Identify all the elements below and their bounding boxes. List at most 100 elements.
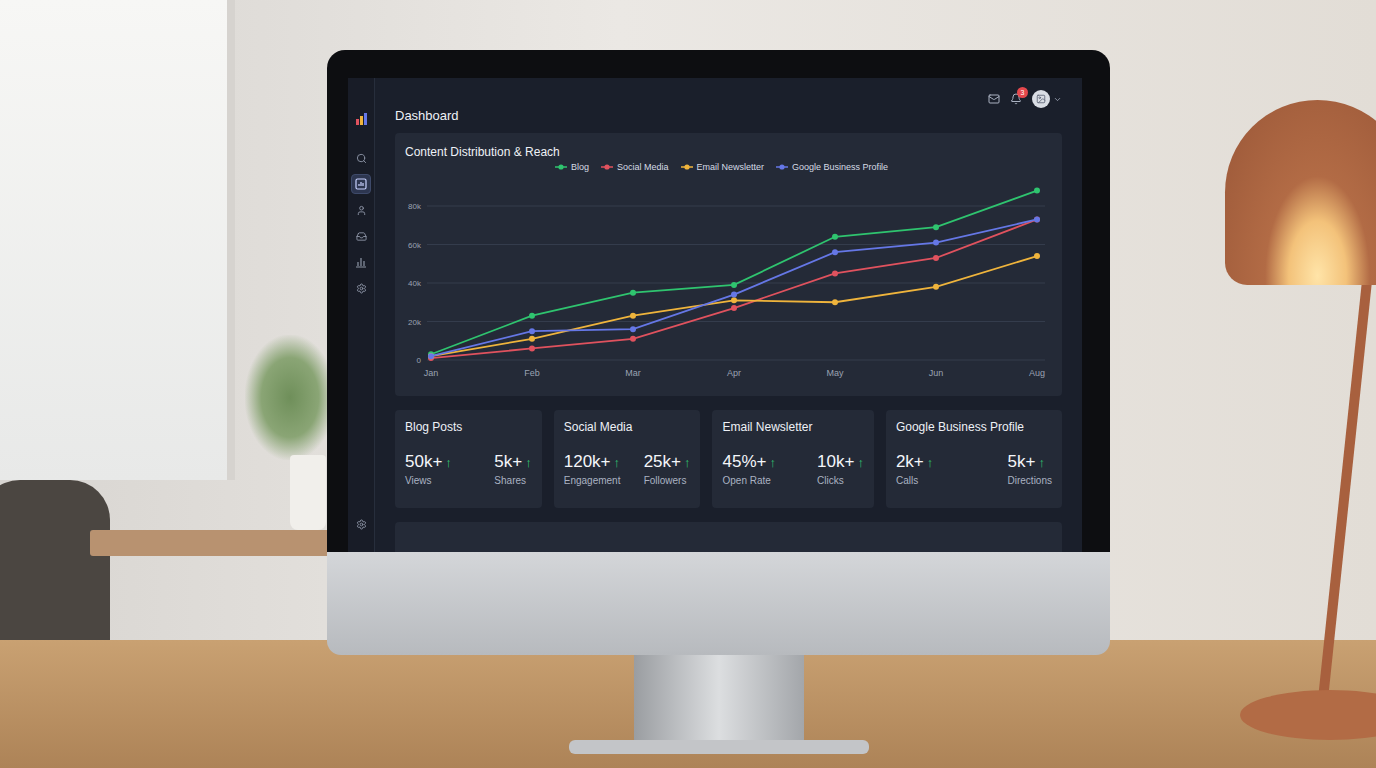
monitor-chin [327, 552, 1110, 655]
chart-title: Content Distribution & Reach [405, 145, 1052, 159]
series-point[interactable] [933, 240, 939, 246]
x-label: Jun [929, 368, 944, 378]
metric-label: Calls [896, 475, 933, 486]
series-point[interactable] [1034, 216, 1040, 222]
sidebar [348, 78, 375, 552]
stat-card: Social Media120k+↑Engagement25k+↑Followe… [554, 410, 701, 508]
sidebar-item[interactable] [351, 226, 371, 246]
metric: 10k+↑Clicks [817, 452, 864, 486]
series-point[interactable] [1034, 253, 1040, 259]
series-point[interactable] [731, 305, 737, 311]
sidebar-item[interactable] [351, 278, 371, 298]
metric-row: 50k+↑Views5k+↑Shares [405, 452, 532, 486]
series-point[interactable] [832, 270, 838, 276]
series-point[interactable] [428, 353, 434, 359]
stat-card: Blog Posts 50k+↑Views5k+↑Shares [395, 410, 542, 508]
trend-up: ↑ [614, 455, 621, 470]
legend-item[interactable]: Blog [555, 162, 589, 172]
lower-card [395, 522, 1062, 552]
series-point[interactable] [1034, 188, 1040, 194]
series [428, 216, 1040, 361]
legend-item[interactable]: Email Newsletter [681, 162, 765, 172]
plant-pot [290, 455, 326, 530]
series-point[interactable] [933, 284, 939, 290]
trend-up: ↑ [927, 455, 934, 470]
chart-card: Content Distribution & Reach Blog Social M… [395, 133, 1062, 396]
user-icon [356, 205, 367, 216]
legend-item[interactable]: Social Media [601, 162, 669, 172]
series-point[interactable] [630, 326, 636, 332]
metric-row: 2k+↑Calls5k+↑Directions [896, 452, 1052, 486]
x-label: Feb [524, 368, 540, 378]
chart-box-icon [355, 178, 367, 190]
svg-text:40k: 40k [408, 279, 422, 288]
series-point[interactable] [630, 313, 636, 319]
metric-value: 50k+↑ [405, 452, 452, 472]
metric-label: Open Rate [722, 475, 775, 486]
legend-marker-icon [555, 164, 567, 170]
stat-title: Email Newsletter [722, 420, 863, 434]
svg-text:60k: 60k [408, 241, 422, 250]
metric-label: Clicks [817, 475, 864, 486]
avatar-menu[interactable] [1032, 90, 1062, 108]
metric-label: Directions [1008, 475, 1052, 486]
svg-text:0: 0 [417, 356, 422, 365]
series-line [431, 256, 1037, 356]
series-point[interactable] [933, 224, 939, 230]
y-tick: 80k [408, 202, 1045, 211]
sidebar-settings[interactable] [351, 514, 371, 534]
series [428, 253, 1040, 359]
metric: 120k+↑ Engagement [564, 452, 621, 486]
monitor: Dashboard 3 Content Distribution & Reach Bl… [327, 50, 1110, 754]
avatar-icon [1036, 94, 1046, 104]
series-point[interactable] [630, 336, 636, 342]
page-title: Dashboard [395, 108, 459, 123]
metric-value: 120k+↑ [564, 452, 621, 472]
trend-up: ↑ [1038, 455, 1045, 470]
series-point[interactable] [832, 299, 838, 305]
y-tick: 60k [408, 241, 1045, 250]
series-point[interactable] [933, 255, 939, 261]
stat-title: Blog Posts [405, 420, 532, 434]
series-point[interactable] [529, 345, 535, 351]
series [428, 188, 1040, 358]
sidebar-item[interactable] [351, 174, 371, 194]
metric: 2k+↑ Calls [896, 452, 933, 486]
trend-up: ↑ [857, 455, 864, 470]
metric: 5k+↑Directions [1008, 452, 1052, 486]
y-tick: 0 [417, 356, 1045, 365]
notifications-button[interactable]: 3 [1010, 93, 1022, 105]
series-point[interactable] [832, 234, 838, 240]
metric-label: Engagement [564, 475, 621, 486]
series-point[interactable] [1034, 216, 1040, 222]
series-point[interactable] [731, 282, 737, 288]
series-line [431, 191, 1037, 355]
sidebar-item[interactable] [351, 252, 371, 272]
series-point[interactable] [630, 290, 636, 296]
sidebar-item[interactable] [351, 148, 371, 168]
metric-value: 5k+↑ [494, 452, 531, 472]
legend-item[interactable]: Google Business Profile [776, 162, 888, 172]
metric: 25k+↑Followers [644, 452, 691, 486]
series-point[interactable] [428, 353, 434, 359]
stat-card: Google Business Profile2k+↑Calls5k+↑Dire… [886, 410, 1062, 508]
window [0, 0, 235, 480]
series-point[interactable] [529, 313, 535, 319]
svg-text:20k: 20k [408, 318, 422, 327]
series-point[interactable] [832, 249, 838, 255]
series-point[interactable] [529, 336, 535, 342]
x-label: May [826, 368, 844, 378]
series-point[interactable] [731, 292, 737, 298]
series-point[interactable] [731, 297, 737, 303]
mail-icon[interactable] [988, 93, 1000, 105]
metric-row: 120k+↑ Engagement 25k+↑Followers [564, 452, 691, 486]
header: Dashboard 3 [395, 78, 1062, 123]
y-tick: 20k [408, 318, 1045, 327]
metric-row: 45%+↑Open Rate10k+↑Clicks [722, 452, 863, 486]
trend-up: ↑ [684, 455, 691, 470]
monitor-stand [634, 655, 804, 740]
trend-up: ↑ [445, 455, 452, 470]
metric-value: 2k+↑ [896, 452, 933, 472]
sidebar-item[interactable] [351, 200, 371, 220]
series-point[interactable] [529, 328, 535, 334]
